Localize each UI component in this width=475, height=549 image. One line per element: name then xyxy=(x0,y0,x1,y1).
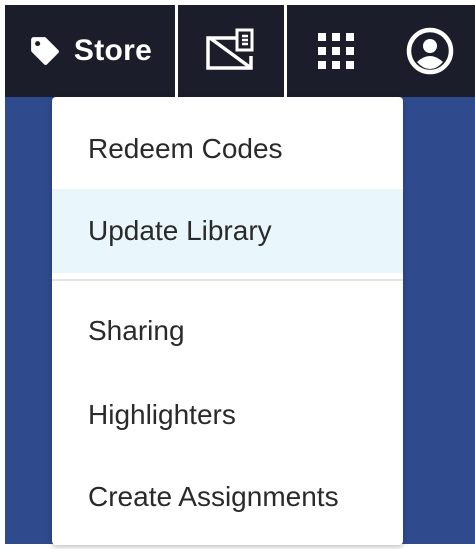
menu-item-create-assignments[interactable]: Create Assignments xyxy=(52,455,403,539)
store-dropdown-menu: Redeem Codes Update Library Sharing High… xyxy=(52,97,403,545)
menu-item-redeem-codes[interactable]: Redeem Codes xyxy=(52,107,403,191)
store-label: Store xyxy=(73,34,153,67)
grid-apps-icon xyxy=(316,31,356,71)
app-frame: Store Redeem Codes Update Library Sharin… xyxy=(0,0,475,549)
bookshelf-button[interactable] xyxy=(178,5,284,97)
menu-item-sharing[interactable]: Sharing xyxy=(52,289,403,373)
top-navigation-bar: Store xyxy=(5,5,475,97)
account-icon xyxy=(405,26,455,76)
menu-divider xyxy=(52,279,403,281)
no-book-icon xyxy=(204,28,258,74)
tag-icon xyxy=(28,34,62,68)
account-button[interactable] xyxy=(385,5,475,97)
menu-item-update-library[interactable]: Update Library xyxy=(52,189,403,273)
store-button[interactable]: Store xyxy=(5,5,175,97)
menu-item-highlighters[interactable]: Highlighters xyxy=(52,373,403,457)
apps-button[interactable] xyxy=(287,5,385,97)
